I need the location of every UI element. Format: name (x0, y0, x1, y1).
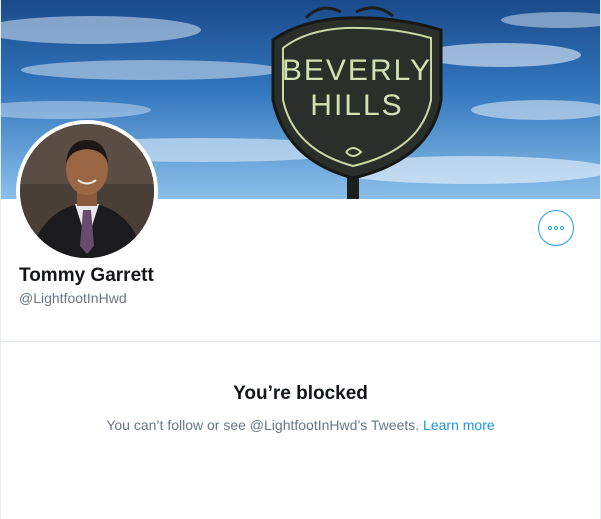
profile-name: Tommy Garrett (19, 265, 154, 286)
sign-line1: BEVERLY (282, 54, 432, 87)
avatar-image (20, 124, 154, 258)
learn-more-link[interactable]: Learn more (423, 417, 495, 433)
more-options-button[interactable] (538, 210, 574, 246)
blocked-title: You’re blocked (233, 383, 368, 404)
divider (1, 341, 600, 342)
blocked-message: You can’t follow or see @LightfootInHwd’… (106, 417, 420, 433)
more-options-icon (548, 226, 564, 230)
blocked-message-line: You can’t follow or see @LightfootInHwd’… (1, 417, 600, 433)
avatar[interactable] (16, 120, 158, 262)
sign-line2: HILLS (310, 89, 403, 122)
profile-page: BEVERLY HILLS Tommy Garrett @LightfootIn… (0, 0, 601, 519)
profile-handle: @LightfootInHwd (19, 290, 127, 306)
